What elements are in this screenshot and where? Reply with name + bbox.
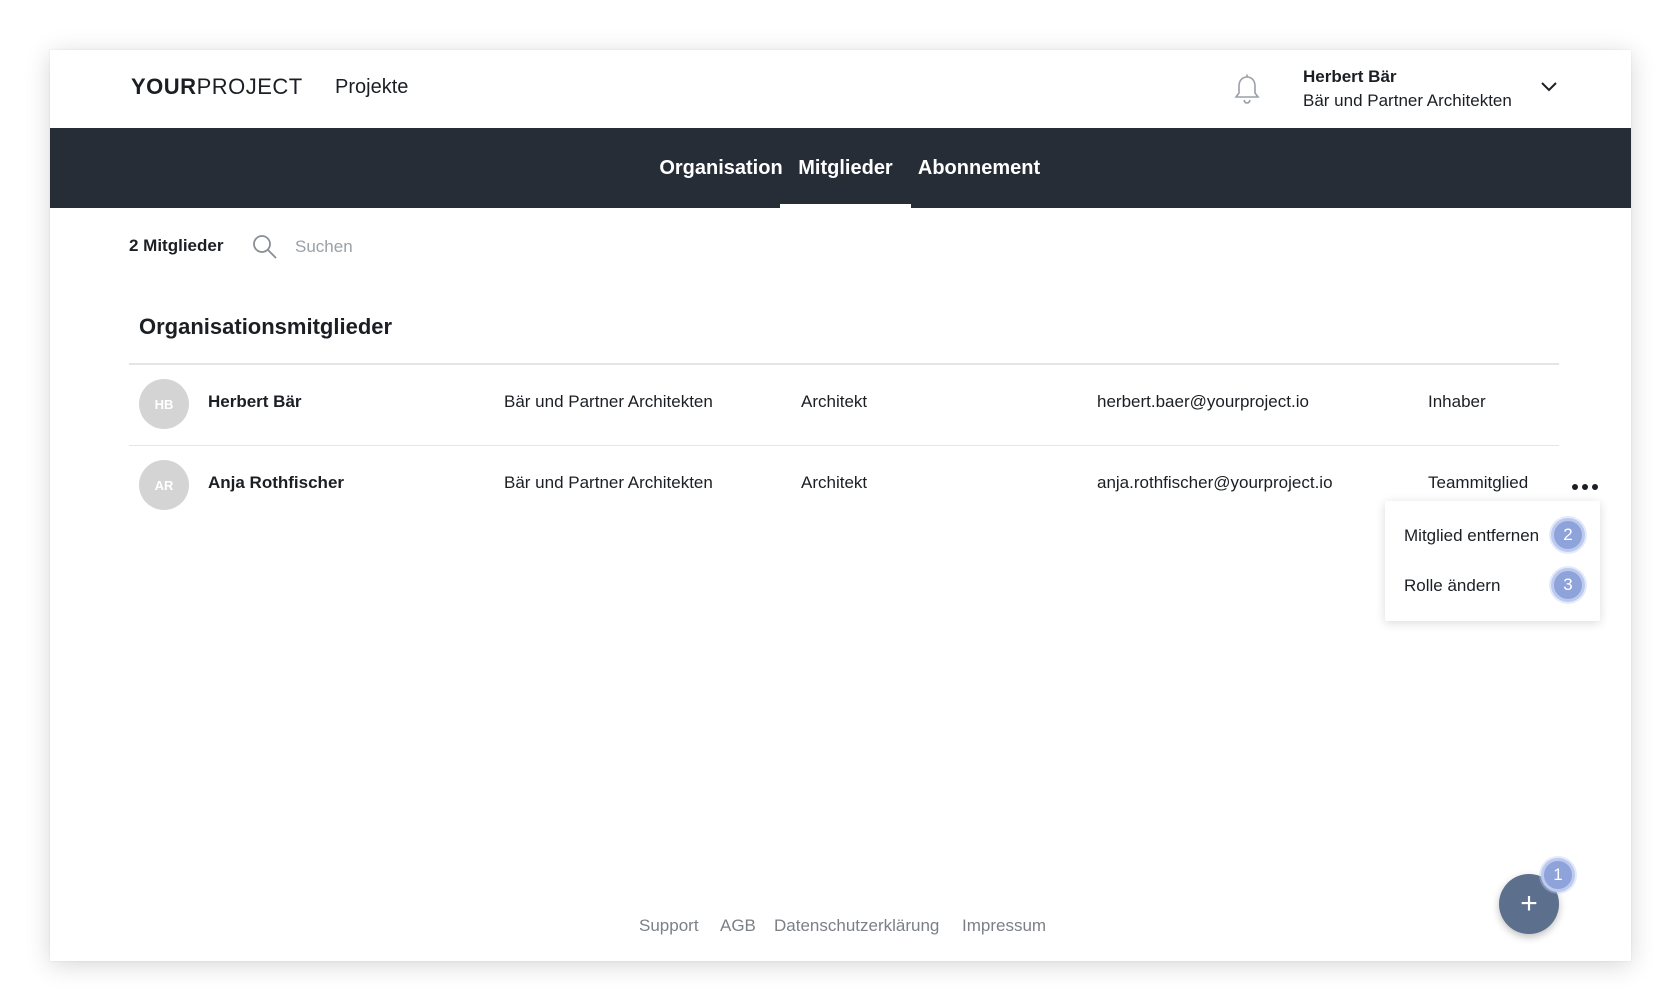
user-org: Bär und Partner Architekten xyxy=(1303,91,1512,110)
avatar: AR xyxy=(139,460,189,510)
member-role: Architekt xyxy=(801,473,868,492)
member-org: Bär und Partner Architekten xyxy=(504,392,713,411)
step-badge: 1 xyxy=(1541,858,1575,892)
logo-bold: YOUR xyxy=(131,74,197,99)
user-name: Herbert Bär xyxy=(1303,67,1397,86)
top-header: YOURPROJECT Projekte Herbert Bär Bär und… xyxy=(50,50,1631,128)
logo[interactable]: YOURPROJECT xyxy=(131,74,303,100)
member-email: anja.rothfischer@yourproject.io xyxy=(1097,473,1333,492)
logo-light: PROJECT xyxy=(196,74,303,99)
member-status: Inhaber xyxy=(1428,392,1486,411)
member-count: 2 Mitglieder xyxy=(129,236,224,255)
footer-link-support[interactable]: Support xyxy=(639,916,699,936)
tab-mitglieder[interactable]: Mitglieder xyxy=(780,128,911,208)
user-menu[interactable]: Herbert Bär Bär und Partner Architekten xyxy=(1303,66,1512,114)
step-badge: 3 xyxy=(1551,568,1585,602)
chevron-down-icon[interactable] xyxy=(1539,80,1559,94)
nav-projects-link[interactable]: Projekte xyxy=(335,76,408,99)
member-org: Bär und Partner Architekten xyxy=(504,473,713,492)
search-input[interactable] xyxy=(295,231,555,263)
avatar: HB xyxy=(139,379,189,429)
bell-icon[interactable] xyxy=(1232,73,1262,105)
step-badge: 2 xyxy=(1551,518,1585,552)
member-name: Anja Rothfischer xyxy=(208,473,345,492)
member-email: herbert.baer@yourproject.io xyxy=(1097,392,1309,411)
section-title: Organisationsmitglieder xyxy=(139,314,393,339)
footer-link-imprint[interactable]: Impressum xyxy=(962,916,1046,936)
footer-link-privacy[interactable]: Datenschutzerklärung xyxy=(774,916,939,936)
context-menu: Mitglied entfernen 2 Rolle ändern 3 xyxy=(1385,501,1600,621)
tab-organisation[interactable]: Organisation xyxy=(644,128,798,208)
more-options-icon[interactable] xyxy=(1570,477,1602,497)
menu-item-change-role[interactable]: Rolle ändern xyxy=(1404,576,1500,596)
tab-bar: Organisation Mitglieder Abonnement xyxy=(50,128,1631,208)
table-row[interactable]: HB Herbert Bär Bär und Partner Architekt… xyxy=(129,364,1559,444)
footer-link-agb[interactable]: AGB xyxy=(720,916,756,936)
member-name: Herbert Bär xyxy=(208,392,302,411)
tab-abonnement[interactable]: Abonnement xyxy=(910,128,1048,208)
member-role: Architekt xyxy=(801,392,868,411)
member-status: Teammitglied xyxy=(1428,473,1529,492)
search-icon xyxy=(253,235,277,259)
table-row[interactable]: AR Anja Rothfischer Bär und Partner Arch… xyxy=(129,445,1559,525)
menu-item-remove-member[interactable]: Mitglied entfernen xyxy=(1404,526,1539,546)
app-window: YOURPROJECT Projekte Herbert Bär Bär und… xyxy=(50,50,1631,961)
